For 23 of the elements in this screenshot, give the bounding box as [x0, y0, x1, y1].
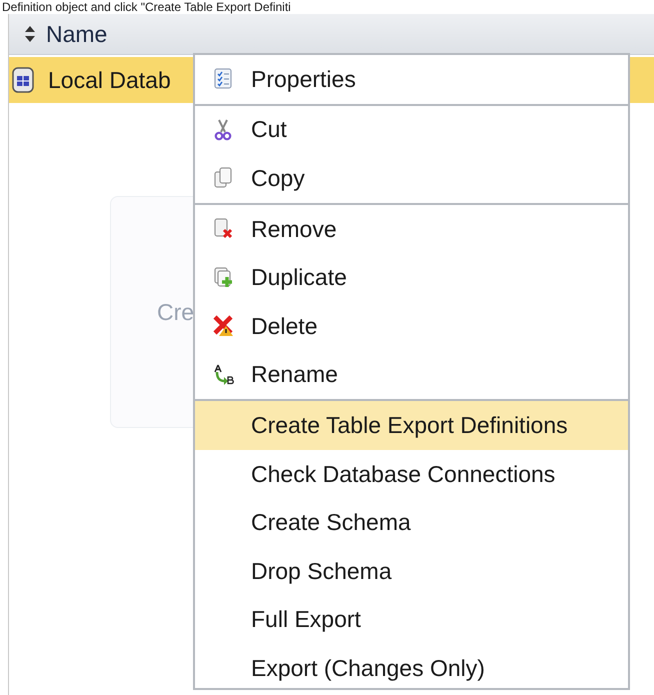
page-plus-icon [212, 266, 234, 290]
database-icon [12, 67, 34, 93]
menu-item[interactable]: Cut [195, 106, 628, 154]
column-header[interactable]: Name [9, 14, 108, 54]
letters-arrow-icon [212, 362, 234, 387]
menu-item[interactable]: Remove [195, 204, 628, 254]
menu-item[interactable]: Check Database Connections [195, 450, 628, 498]
menu-item[interactable]: Drop Schema [195, 546, 628, 596]
menu-item[interactable]: Copy [195, 154, 628, 203]
menu-item[interactable]: Rename [195, 350, 628, 400]
menu-item[interactable]: Create Schema [195, 498, 628, 547]
menu-item[interactable]: Full Export [195, 596, 628, 644]
menu-item[interactable]: Delete [195, 302, 628, 351]
cross-warning-icon [212, 314, 234, 338]
scissors-icon [212, 118, 234, 142]
menu-item[interactable]: Duplicate [195, 253, 628, 302]
card-text: Cre [157, 298, 194, 326]
checklist-icon [212, 67, 234, 92]
caption-text: Definition object and click "Create Table Export Definiti [1, 0, 292, 14]
menu-item[interactable]: Export (Changes Only) [195, 644, 628, 693]
pages-icon [212, 166, 234, 190]
menu-item[interactable]: Create Table Export Definitions [195, 401, 628, 450]
menu-item[interactable]: Properties [195, 55, 628, 104]
